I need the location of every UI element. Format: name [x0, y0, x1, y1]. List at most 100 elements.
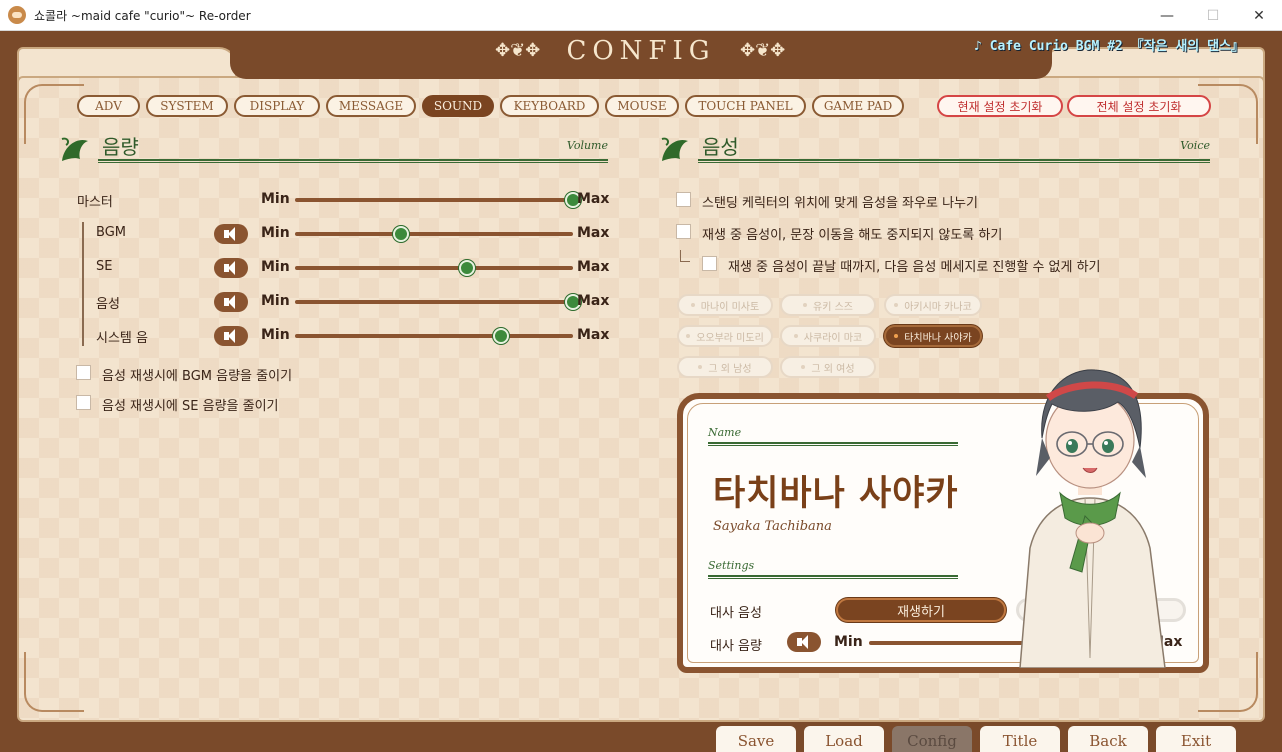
card-divider: [708, 442, 958, 446]
minimize-button[interactable]: —: [1144, 0, 1190, 31]
speaker-icon[interactable]: [214, 258, 248, 278]
checkbox[interactable]: [676, 192, 691, 207]
slider-min-label: Min: [261, 191, 290, 207]
window-title: 쇼콜라 ~maid cafe "curio"~ Re-order: [34, 8, 251, 23]
bottom-nav: Save Load Config Title Back Exit: [716, 726, 1236, 752]
slider-knob[interactable]: [492, 328, 509, 344]
maximize-button[interactable]: ☐: [1190, 0, 1236, 31]
voice-continue-option[interactable]: 재생 중 음성이, 문장 이동을 해도 중지되지 않도록 하기: [676, 222, 1096, 243]
leaf-icon: [61, 137, 88, 161]
speaker-icon[interactable]: [214, 224, 248, 244]
tab-system[interactable]: SYSTEM: [146, 95, 228, 117]
character-button[interactable]: 아키시마 카나코: [884, 294, 982, 316]
voice-pan-option[interactable]: 스탠딩 케릭터의 위치에 맞게 음성을 좌우로 나누기: [676, 190, 1096, 211]
volume-label-bgm: BGM: [96, 225, 126, 240]
speaker-icon[interactable]: [214, 292, 248, 312]
card-divider: [708, 575, 958, 579]
volume-label-master: 마스터: [77, 195, 113, 210]
tab-display[interactable]: DISPLAY: [234, 95, 320, 117]
volume-row-system: 시스템 음 Min Max: [0, 324, 620, 348]
card-name-label: Name: [708, 426, 742, 439]
checkbox-label: 재생 중 음성이 끝날 때까지, 다음 음성 메세지로 진행할 수 없게 하기: [728, 260, 1101, 275]
volume-slider-master[interactable]: [295, 192, 581, 208]
voice-wait-option[interactable]: 재생 중 음성이 끝날 때까지, 다음 음성 메세지로 진행할 수 없게 하기: [702, 254, 1182, 275]
voice-volume-label: 대사 음량: [710, 639, 762, 654]
close-button[interactable]: ✕: [1236, 0, 1282, 31]
leaf-icon: [661, 137, 688, 161]
checkbox-label: 음성 재생시에 BGM 음량을 줄이기: [102, 369, 293, 384]
exit-button[interactable]: Exit: [1156, 726, 1236, 752]
slider-min-label: Min: [261, 293, 290, 309]
volume-slider-voice[interactable]: [295, 294, 581, 310]
character-button[interactable]: 오오부라 미도리: [677, 325, 773, 347]
se-duck-option[interactable]: 음성 재생시에 SE 음량을 줄이기: [76, 393, 376, 414]
volume-section-subtitle: Volume: [566, 139, 608, 152]
character-romanized-name: Sayaka Tachibana: [713, 519, 832, 534]
slider-min-label: Min: [261, 225, 290, 241]
checkbox[interactable]: [76, 365, 91, 380]
character-button[interactable]: 유키 스즈: [780, 294, 876, 316]
volume-row-master: 마스터 Min Max: [0, 188, 620, 212]
character-name: 타치바나 사야카: [713, 474, 959, 514]
slider-max-label: Max: [577, 259, 610, 275]
volume-row-se: SE Min Max: [0, 256, 620, 280]
voice-section-title: 음성: [702, 135, 739, 159]
tab-mouse[interactable]: MOUSE: [605, 95, 679, 117]
tab-touch-panel[interactable]: TOUCH PANEL: [685, 95, 806, 117]
window-controls: — ☐ ✕: [1144, 0, 1282, 31]
back-button[interactable]: Back: [1068, 726, 1148, 752]
volume-slider-system[interactable]: [295, 328, 573, 344]
title-button[interactable]: Title: [980, 726, 1060, 752]
tab-message[interactable]: MESSAGE: [326, 95, 416, 117]
tab-keyboard[interactable]: KEYBOARD: [500, 95, 599, 117]
volume-row-bgm: BGM Min Max: [0, 222, 620, 246]
volume-row-voice: 음성 Min Max: [0, 290, 620, 314]
sub-option-connector: [680, 250, 690, 262]
app-icon: [8, 6, 26, 24]
section-divider: [698, 159, 1210, 163]
reset-current-button[interactable]: 현재 설정 초기화: [937, 95, 1063, 117]
slider-max-label: Max: [577, 191, 610, 207]
save-button[interactable]: Save: [716, 726, 796, 752]
config-button[interactable]: Config: [892, 726, 972, 752]
volume-slider-se[interactable]: [295, 260, 573, 276]
volume-section-title: 음량: [102, 135, 139, 159]
corner-ornament-bl: [24, 652, 84, 712]
volume-slider-bgm[interactable]: [295, 226, 573, 242]
checkbox[interactable]: [676, 224, 691, 239]
play-voice-button[interactable]: 재생하기: [836, 598, 1006, 622]
slider-min-label: Min: [261, 327, 290, 343]
now-playing-label: ♪ Cafe Curio BGM #2 『작은 새의 댄스』: [974, 39, 1244, 54]
tab-adv[interactable]: ADV: [77, 95, 140, 117]
checkbox-label: 재생 중 음성이, 문장 이동을 해도 중지되지 않도록 하기: [702, 228, 1003, 243]
character-button-selected[interactable]: 타치바나 사야카: [884, 325, 982, 347]
character-button[interactable]: 그 외 여성: [780, 356, 876, 378]
speaker-icon[interactable]: [214, 326, 248, 346]
reset-all-button[interactable]: 전체 설정 초기화: [1067, 95, 1211, 117]
voice-playback-label: 대사 음성: [710, 606, 762, 621]
slider-knob[interactable]: [392, 226, 409, 242]
checkbox-label: 스탠딩 케릭터의 위치에 맞게 음성을 좌우로 나누기: [702, 196, 978, 211]
volume-label-se: SE: [96, 259, 113, 274]
checkbox[interactable]: [76, 395, 91, 410]
voice-section-header: 음성 Voice: [658, 131, 1210, 167]
config-tabs: ADV SYSTEM DISPLAY MESSAGE SOUND KEYBOAR…: [77, 95, 904, 117]
load-button[interactable]: Load: [804, 726, 884, 752]
volume-section-header: 음량 Volume: [58, 131, 608, 167]
speaker-icon[interactable]: [787, 632, 821, 652]
window-titlebar: 쇼콜라 ~maid cafe "curio"~ Re-order — ☐ ✕: [0, 0, 1282, 31]
tab-game-pad[interactable]: GAME PAD: [812, 95, 904, 117]
tab-sound[interactable]: SOUND: [422, 95, 494, 117]
volume-label-voice: 음성: [96, 297, 120, 312]
slider-max-label: Max: [577, 225, 610, 241]
checkbox-label: 음성 재생시에 SE 음량을 줄이기: [102, 399, 279, 414]
checkbox[interactable]: [702, 256, 717, 271]
character-button[interactable]: 그 외 남성: [677, 356, 773, 378]
character-button[interactable]: 마나이 미사토: [677, 294, 773, 316]
voice-section-subtitle: Voice: [1180, 139, 1210, 152]
bgm-duck-option[interactable]: 음성 재생시에 BGM 음량을 줄이기: [76, 363, 376, 384]
slider-knob[interactable]: [459, 260, 476, 276]
slider-max-label: Max: [577, 293, 610, 309]
slider-min-label: Min: [261, 259, 290, 275]
character-button[interactable]: 사쿠라이 마코: [780, 325, 876, 347]
